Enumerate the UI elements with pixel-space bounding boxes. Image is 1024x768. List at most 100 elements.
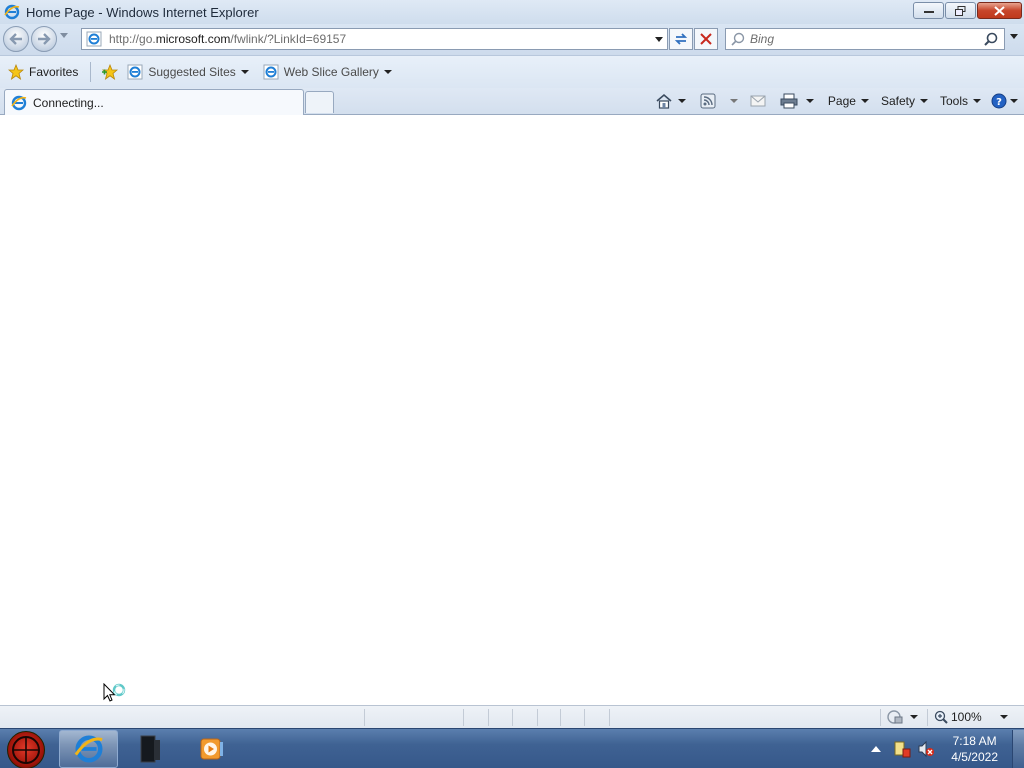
status-divider <box>537 709 538 726</box>
command-bar: Page Safety Tools ? <box>646 88 1018 114</box>
search-provider-icon <box>731 32 745 46</box>
page-content <box>0 116 1024 705</box>
tools-menu[interactable]: Tools <box>940 94 981 108</box>
taskbar-clock[interactable]: 7:18 AM 4/5/2022 <box>951 733 998 765</box>
ie-icon <box>11 95 27 110</box>
favorites-separator <box>90 62 92 82</box>
show-hidden-icons-icon[interactable] <box>871 746 882 752</box>
status-divider <box>488 709 489 726</box>
home-button[interactable] <box>655 93 686 109</box>
svg-text:?: ? <box>996 97 1002 108</box>
suggested-sites-button[interactable]: Suggested Sites <box>123 61 252 83</box>
page-menu[interactable]: Page <box>828 94 869 108</box>
page-menu-label: Page <box>827 94 856 108</box>
address-dropdown-icon[interactable] <box>655 37 663 42</box>
safety-menu-label: Safety <box>880 94 915 108</box>
chevron-down-icon <box>240 70 249 74</box>
mail-icon <box>750 95 766 107</box>
ie-page-icon <box>127 64 143 80</box>
help-icon: ? <box>991 93 1007 109</box>
back-button[interactable] <box>3 26 29 52</box>
navigation-bar: http://go.microsoft.com/fwlink/?LinkId=6… <box>0 24 1024 55</box>
window-title: Home Page - Windows Internet Explorer <box>26 4 259 20</box>
web-slice-gallery-button[interactable]: Web Slice Gallery <box>259 61 396 83</box>
forward-button[interactable] <box>31 26 57 52</box>
printer-icon <box>780 93 798 109</box>
chevron-down-icon[interactable] <box>805 99 814 103</box>
refresh-button[interactable] <box>669 28 693 50</box>
close-icon <box>994 5 1005 16</box>
tab-bar: Connecting... Page Safety Tools ? <box>0 88 1024 115</box>
stop-icon <box>700 33 712 45</box>
status-divider <box>512 709 513 726</box>
address-url[interactable]: http://go.microsoft.com/fwlink/?LinkId=6… <box>109 32 346 46</box>
minimize-button[interactable] <box>913 2 944 19</box>
chevron-down-icon <box>999 715 1008 719</box>
search-placeholder: Bing <box>750 32 775 46</box>
tab-label: Connecting... <box>33 95 104 110</box>
star-icon <box>8 64 24 80</box>
print-button[interactable] <box>780 93 814 109</box>
new-tab-button[interactable] <box>305 91 334 113</box>
refresh-icon <box>674 33 688 45</box>
start-button[interactable] <box>7 731 45 768</box>
search-icon[interactable] <box>984 32 998 46</box>
tab-connecting[interactable]: Connecting... <box>4 89 304 115</box>
zoom-icon <box>934 710 948 724</box>
taskbar-media-player-button[interactable] <box>184 730 240 768</box>
clock-time: 7:18 AM <box>952 734 997 748</box>
chevron-down-icon <box>1010 99 1018 103</box>
restore-icon <box>955 5 966 16</box>
status-divider <box>927 709 928 726</box>
taskbar: 7:18 AM 4/5/2022 <box>0 728 1024 768</box>
chevron-down-icon <box>973 99 981 103</box>
clock-date: 4/5/2022 <box>951 750 998 764</box>
read-mail-button[interactable] <box>750 95 766 107</box>
add-favorite-star-icon <box>102 64 119 80</box>
system-tray: 7:18 AM 4/5/2022 <box>871 729 1024 768</box>
web-slice-gallery-label: Web Slice Gallery <box>283 65 379 79</box>
chevron-down-icon <box>919 99 928 103</box>
close-button[interactable] <box>977 2 1022 19</box>
start-icon <box>12 736 40 764</box>
taskbar-ie-button[interactable] <box>59 730 118 768</box>
url-suffix: /fwlink/?LinkId=69157 <box>230 32 347 46</box>
tools-menu-label: Tools <box>939 94 968 108</box>
address-bar[interactable]: http://go.microsoft.com/fwlink/?LinkId=6… <box>81 28 668 50</box>
status-divider <box>364 709 365 726</box>
search-options-dropdown-icon[interactable] <box>1010 34 1018 39</box>
volume-muted-icon[interactable] <box>917 740 935 758</box>
forward-arrow-icon <box>38 33 51 45</box>
show-desktop-button[interactable] <box>1012 730 1024 768</box>
status-divider <box>609 709 610 726</box>
protected-mode-button[interactable] <box>886 709 918 725</box>
ie-page-icon <box>86 31 102 47</box>
status-divider <box>584 709 585 726</box>
safety-menu[interactable]: Safety <box>881 94 928 108</box>
chevron-down-icon[interactable] <box>677 99 686 103</box>
status-divider <box>880 709 881 726</box>
ie-icon <box>4 4 20 20</box>
stop-button[interactable] <box>694 28 718 50</box>
status-divider <box>560 709 561 726</box>
ie-icon <box>74 735 103 763</box>
chevron-down-icon[interactable] <box>729 99 738 103</box>
history-dropdown-icon[interactable] <box>60 33 68 38</box>
help-menu[interactable]: ? <box>991 93 1018 109</box>
feeds-button[interactable] <box>700 93 738 109</box>
add-to-favorites-bar-button[interactable] <box>97 61 123 83</box>
restore-button[interactable] <box>945 2 976 19</box>
media-player-icon <box>200 738 223 760</box>
url-prefix: http://go. <box>109 32 156 46</box>
taskbar-library-button[interactable] <box>122 730 178 768</box>
zoom-button[interactable]: 100% <box>934 710 1008 724</box>
chevron-down-icon <box>860 99 869 103</box>
ie-page-icon <box>263 64 279 80</box>
minimize-icon <box>923 10 934 13</box>
protected-mode-icon <box>887 710 903 724</box>
zoom-level: 100% <box>951 710 982 724</box>
search-box[interactable]: Bing <box>725 28 1005 50</box>
rss-feed-icon <box>700 93 716 109</box>
action-center-icon[interactable] <box>893 740 911 758</box>
favorites-button[interactable]: Favorites <box>4 61 82 83</box>
